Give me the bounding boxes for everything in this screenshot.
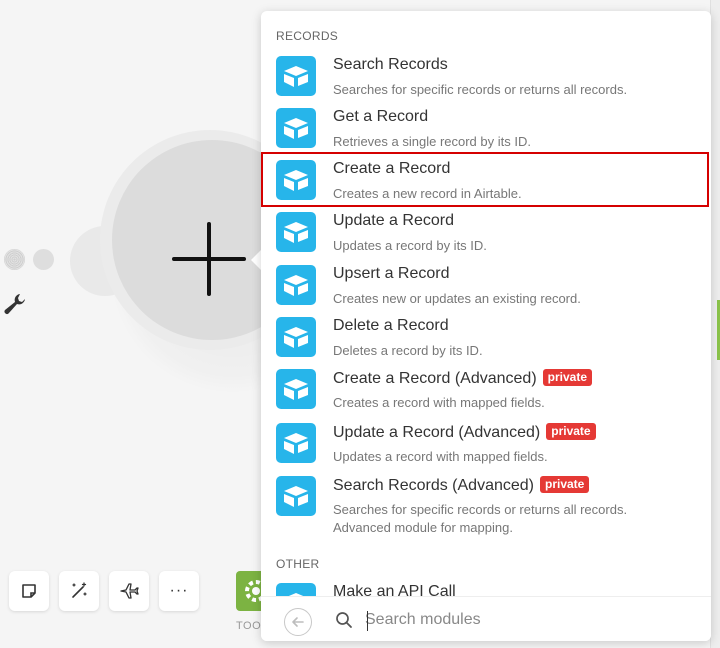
module-description: Updates a record with mapped fields.: [333, 449, 548, 464]
module-description-line-2: Advanced module for mapping.: [333, 520, 513, 535]
module-name: Search Records (Advanced): [333, 477, 534, 494]
airtable-box-icon: [276, 56, 316, 96]
tools-label: TOO: [236, 620, 262, 632]
module-name: Search Records: [333, 56, 448, 73]
section-title-records: RECORDS: [276, 29, 339, 43]
module-description: Searches for specific records or returns…: [333, 501, 693, 537]
module-description: Creates new or updates an existing recor…: [333, 291, 581, 306]
module-description-line: Searches for specific records or returns…: [333, 502, 628, 517]
airtable-box-icon: [276, 317, 316, 357]
module-picker-panel: RECORDS Search Records Searches for spec…: [261, 11, 711, 641]
module-name-row: Create a Record (Advanced) private: [333, 369, 593, 388]
airtable-box-icon: [276, 583, 316, 596]
module-description: Deletes a record by its ID.: [333, 343, 483, 358]
module-name: Make an API Call: [333, 583, 456, 596]
connector-dot-textured: [4, 249, 25, 270]
magic-wand-button[interactable]: [59, 571, 99, 611]
module-description: Retrieves a single record by its ID.: [333, 134, 531, 149]
airtable-box-icon: [276, 476, 316, 516]
airtable-box-icon: [276, 108, 316, 148]
note-button[interactable]: [9, 571, 49, 611]
airtable-box-icon: [276, 423, 316, 463]
private-badge: private: [542, 369, 593, 386]
module-description: Creates a record with mapped fields.: [333, 395, 545, 410]
magic-wand-icon: [72, 582, 87, 598]
module-description: Updates a record by its ID.: [333, 238, 487, 253]
module-name-row: Update a Record (Advanced) private: [333, 423, 596, 442]
search-icon: [336, 612, 352, 628]
more-horizontal-icon: ···: [169, 582, 189, 599]
panel-pointer: [251, 250, 261, 270]
selected-module-highlight: [261, 152, 709, 207]
plus-icon[interactable]: [172, 222, 246, 296]
section-title-other: OTHER: [276, 557, 320, 571]
module-search-bar: [261, 596, 711, 641]
right-edge-strip: [710, 0, 720, 648]
airplane-icon: [120, 583, 139, 599]
module-name: Create a Record (Advanced): [333, 370, 537, 387]
module-description: Searches for specific records or returns…: [333, 82, 628, 97]
note-icon: [22, 584, 36, 598]
wrench-icon[interactable]: [2, 292, 28, 316]
airplane-button[interactable]: [109, 571, 149, 611]
text-caret: [367, 611, 368, 631]
airtable-box-icon: [276, 212, 316, 252]
private-badge: private: [539, 476, 590, 493]
arrow-left-icon: [292, 617, 304, 627]
module-name: Upsert a Record: [333, 265, 450, 282]
more-button[interactable]: ···: [159, 571, 199, 611]
airtable-box-icon: [276, 265, 316, 305]
module-name: Update a Record (Advanced): [333, 424, 541, 441]
module-name: Delete a Record: [333, 317, 449, 334]
module-name: Get a Record: [333, 108, 429, 125]
search-input[interactable]: [365, 606, 685, 634]
connector-dot: [33, 249, 54, 270]
module-name-row: Search Records (Advanced) private: [333, 476, 590, 495]
module-list[interactable]: RECORDS Search Records Searches for spec…: [261, 11, 711, 596]
airtable-box-icon: [276, 369, 316, 409]
back-button[interactable]: [284, 608, 312, 636]
private-badge: private: [546, 423, 596, 440]
module-name: Update a Record: [333, 212, 454, 229]
